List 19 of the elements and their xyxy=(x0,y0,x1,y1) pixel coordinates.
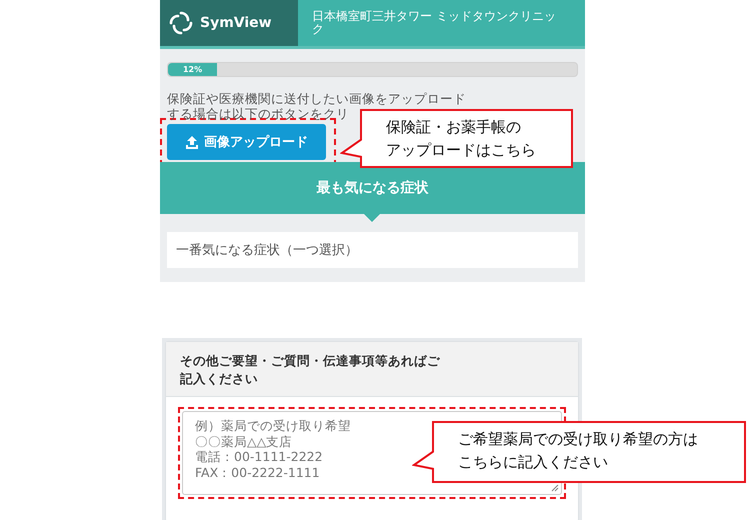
section-header: 最も気になる症状 xyxy=(160,162,585,214)
upload-icon xyxy=(185,135,199,149)
section-pointer xyxy=(364,214,380,222)
comments-title: その他ご要望・ご質問・伝達事項等あればご記入ください xyxy=(166,342,578,397)
callout-text: アップロードはこちら xyxy=(386,140,536,161)
app-logo: SymView xyxy=(160,0,298,46)
placeholder-text: 電話：00-1111-2222 xyxy=(195,449,323,464)
placeholder-text: 〇〇薬局△△支店 xyxy=(195,434,292,449)
swirl-logo-icon xyxy=(168,10,194,36)
symptom-select[interactable]: 一番気になる症状（一つ選択） xyxy=(167,232,578,268)
callout-text: 保険証・お薬手帳の xyxy=(386,117,521,138)
progress-label: 12% xyxy=(182,65,202,74)
image-upload-button[interactable]: 画像アップロード xyxy=(167,124,326,160)
upload-instruction-text: する場合は以下のボタンをクリ xyxy=(167,106,350,121)
placeholder-text: 例）薬局での受け取り希望 xyxy=(195,418,351,434)
placeholder-text: FAX：00-2222-1111 xyxy=(195,464,320,480)
upload-instruction-text: 保険証や医療機関に送付したい画像をアップロード xyxy=(167,91,467,106)
resize-grip-icon[interactable] xyxy=(551,484,559,492)
clinic-name: 日本橋室町三井タワー ミッドタウンクリニック xyxy=(311,8,557,38)
